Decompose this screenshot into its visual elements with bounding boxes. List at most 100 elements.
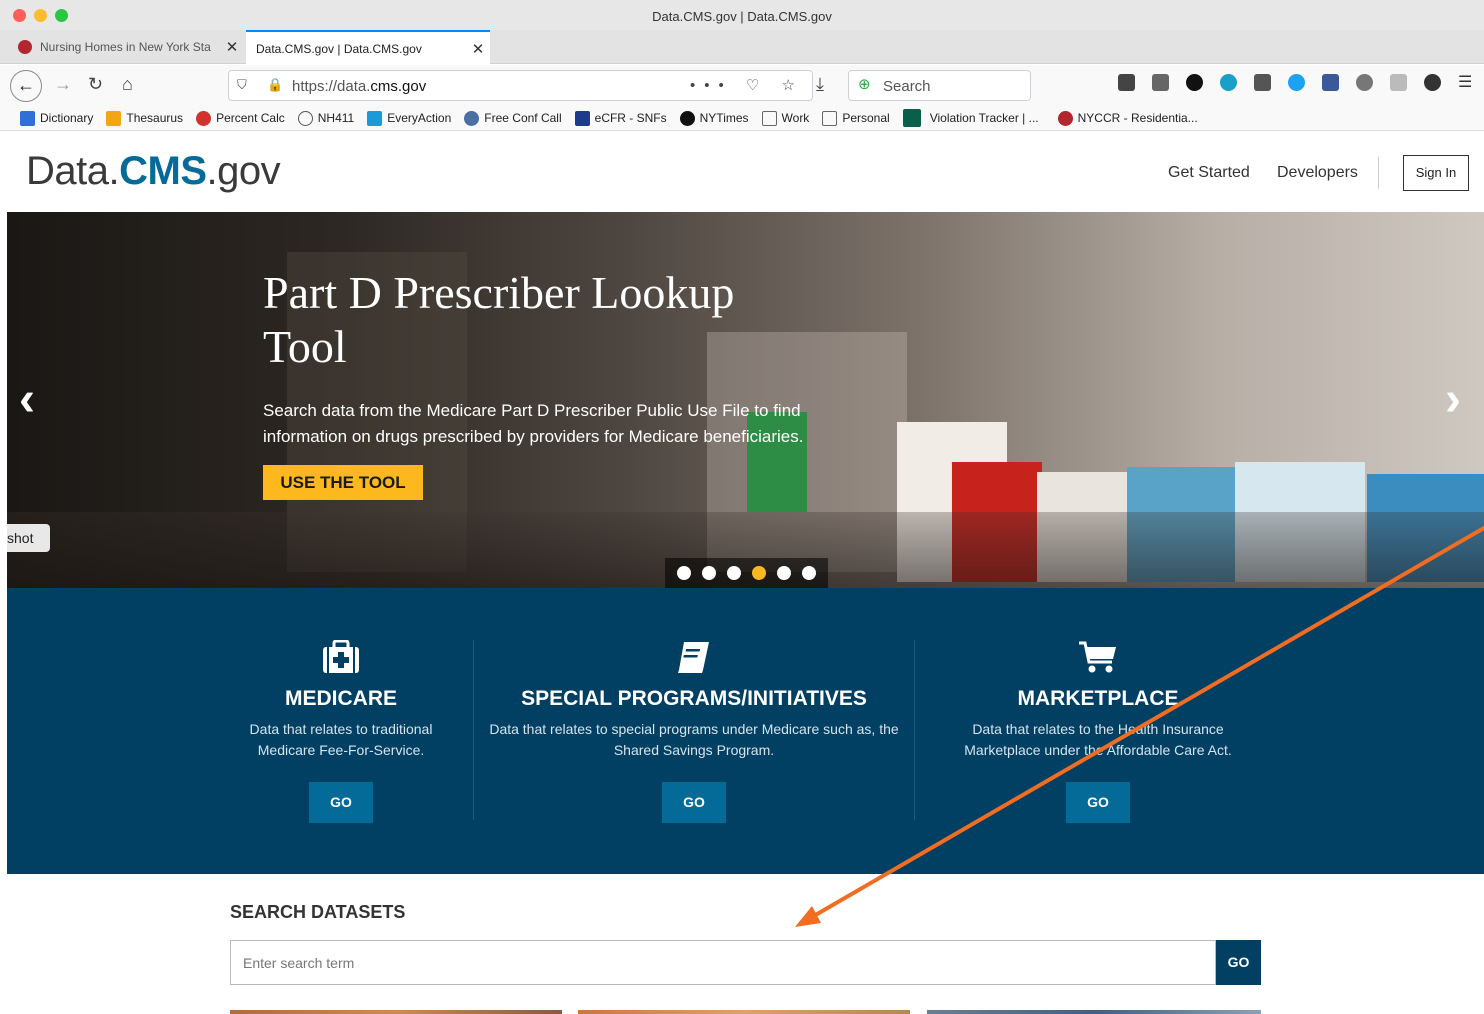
carousel-dot[interactable] [802, 566, 816, 580]
conference-icon [464, 110, 480, 126]
violation-tracker-icon [902, 109, 921, 127]
navigation-toolbar: ← → ↻ ⌂ ⛉ 🔒 https://data.cms.gov ••• ♡ ☆… [0, 65, 1484, 106]
bookmark-nytimes[interactable]: NYTimes [679, 110, 749, 126]
category-title: MEDICARE [284, 687, 397, 710]
hero-title: Part D Prescriber Lookup Tool [263, 267, 735, 372]
carousel-dot[interactable] [677, 566, 691, 580]
medicare-go-button[interactable]: GO [309, 782, 373, 823]
site-logo[interactable]: Data.CMS.gov [26, 149, 281, 194]
home-icon[interactable]: ⌂ [122, 74, 133, 95]
thesaurus-icon [106, 110, 122, 126]
nav-developers[interactable]: Developers [1277, 164, 1358, 182]
hero-carousel: ‹ › Part D Prescriber Lookup Tool Search… [7, 212, 1484, 588]
tracking-shield-icon[interactable]: ⛉ [237, 77, 247, 93]
bookmark-percent-calc[interactable]: Percent Calc [196, 110, 285, 126]
dataset-search-input[interactable] [230, 940, 1216, 985]
category-description: Data that relates to traditional Medicar… [249, 721, 433, 758]
reader-icon[interactable] [1356, 74, 1373, 91]
close-tab-icon[interactable]: ✕ [466, 40, 490, 58]
bookmark-free-conf-call[interactable]: Free Conf Call [464, 110, 562, 126]
tab-data-cms[interactable]: Data.CMS.gov | Data.CMS.gov ✕ [246, 30, 490, 65]
category-medicare: MEDICARE Data that relates to traditiona… [231, 588, 451, 874]
bookmark-ecfr[interactable]: eCFR - SNFs [574, 110, 667, 126]
carousel-dot[interactable] [702, 566, 716, 580]
category-title: SPECIAL PROGRAMS/INITIATIVES [521, 687, 867, 710]
reload-icon[interactable]: ↻ [88, 74, 103, 95]
bookmark-dictionary[interactable]: Dictionary [20, 110, 93, 126]
bookmark-folder-personal[interactable]: Personal [822, 110, 890, 126]
site-header: Data.CMS.gov Get Started Developers Sign… [7, 131, 1484, 212]
category-special-programs: SPECIAL PROGRAMS/INITIATIVES Data that r… [487, 588, 901, 874]
extensions-icon[interactable] [1118, 74, 1135, 91]
tab-label: Nursing Homes in New York Sta [40, 40, 211, 54]
tab-nursing-homes[interactable]: Nursing Homes in New York Sta ✕ [8, 30, 244, 64]
r-extension-icon[interactable] [1390, 74, 1407, 91]
category-marketplace: MARKETPLACE Data that relates to the Hea… [945, 588, 1251, 874]
account-icon[interactable] [1424, 74, 1441, 91]
category-divider [914, 640, 915, 820]
close-tab-icon[interactable]: ✕ [220, 38, 244, 56]
special-programs-go-button[interactable]: GO [662, 782, 726, 823]
extension-icons: ☰ [1118, 74, 1475, 91]
screenshot-side-tab[interactable]: shot [7, 524, 50, 552]
search-placeholder: Search [883, 78, 931, 95]
bookmark-violation-tracker[interactable]: Violation Tracker | ... [902, 109, 1039, 127]
hero-description: Search data from the Medicare Part D Pre… [263, 401, 804, 446]
carousel-dot[interactable] [777, 566, 791, 580]
facebook-icon[interactable] [1322, 74, 1339, 91]
featured-card-edge [927, 1010, 1261, 1014]
sign-in-button[interactable]: Sign In [1403, 155, 1469, 191]
color-extension-icon[interactable] [1186, 74, 1203, 91]
bookmark-thesaurus[interactable]: Thesaurus [106, 110, 183, 126]
window-titlebar: Data.CMS.gov | Data.CMS.gov [0, 0, 1484, 30]
lock-icon[interactable]: 🔒 [267, 77, 283, 93]
carousel-dot[interactable] [727, 566, 741, 580]
forward-icon[interactable]: → [54, 74, 72, 95]
search-datasets-heading: SEARCH DATASETS [230, 902, 406, 922]
medkit-icon [231, 639, 451, 683]
category-description: Data that relates to the Health Insuranc… [964, 721, 1232, 758]
folder-icon [761, 110, 777, 126]
category-divider [473, 640, 474, 820]
featured-card-edge [578, 1010, 910, 1014]
window-title: Data.CMS.gov | Data.CMS.gov [652, 9, 832, 24]
menu-icon[interactable]: ☰ [1458, 74, 1475, 91]
bookmark-folder-work[interactable]: Work [761, 110, 809, 126]
folder-icon [822, 110, 838, 126]
nytimes-icon [679, 110, 695, 126]
shield-extension-icon[interactable] [1220, 74, 1237, 91]
gpo-icon [574, 110, 590, 126]
library-icon[interactable] [1152, 74, 1169, 91]
featured-card-edge [230, 1010, 562, 1014]
page-actions-icon[interactable]: ••• ♡ ☆ [690, 76, 804, 94]
tab-label: Data.CMS.gov | Data.CMS.gov [256, 41, 422, 56]
globe-icon [297, 110, 313, 126]
back-button[interactable]: ← [10, 70, 42, 102]
url-text[interactable]: https://data.cms.gov [292, 78, 426, 95]
category-description: Data that relates to special programs un… [489, 721, 899, 758]
bookmark-everyaction[interactable]: EveryAction [367, 110, 451, 126]
everyaction-icon [367, 110, 383, 126]
downloads-icon[interactable]: ⤓ [816, 74, 824, 95]
tab-strip: Nursing Homes in New York Sta ✕ Data.CMS… [0, 30, 1484, 88]
marketplace-go-button[interactable]: GO [1066, 782, 1130, 823]
carousel-dot-active[interactable] [752, 566, 766, 580]
cart-icon [945, 640, 1251, 683]
sidebar-icon[interactable] [1254, 74, 1271, 91]
percent-calc-icon [196, 110, 212, 126]
nav-divider [1378, 157, 1379, 189]
url-bar[interactable]: ⛉ 🔒 https://data.cms.gov ••• ♡ ☆ [228, 70, 813, 101]
bookmarks-toolbar: Dictionary Thesaurus Percent Calc NH411 … [0, 106, 1484, 131]
search-datasets-section: SEARCH DATASETS GO [7, 874, 1484, 1014]
nav-get-started[interactable]: Get Started [1168, 164, 1250, 182]
carousel-prev-icon[interactable]: ‹ [19, 372, 35, 427]
search-engine-icon[interactable]: ⊕ [858, 75, 871, 93]
search-bar[interactable]: ⊕ Search [848, 70, 1031, 101]
book-icon [487, 640, 901, 683]
bookmark-nyccr[interactable]: NYCCR - Residentia... [1057, 110, 1198, 126]
dataset-search-go-button[interactable]: GO [1216, 940, 1261, 985]
use-the-tool-button[interactable]: USE THE TOOL [263, 465, 423, 500]
bookmark-nh411[interactable]: NH411 [297, 110, 354, 126]
carousel-next-icon[interactable]: › [1445, 372, 1461, 427]
twitter-icon[interactable] [1288, 74, 1305, 91]
